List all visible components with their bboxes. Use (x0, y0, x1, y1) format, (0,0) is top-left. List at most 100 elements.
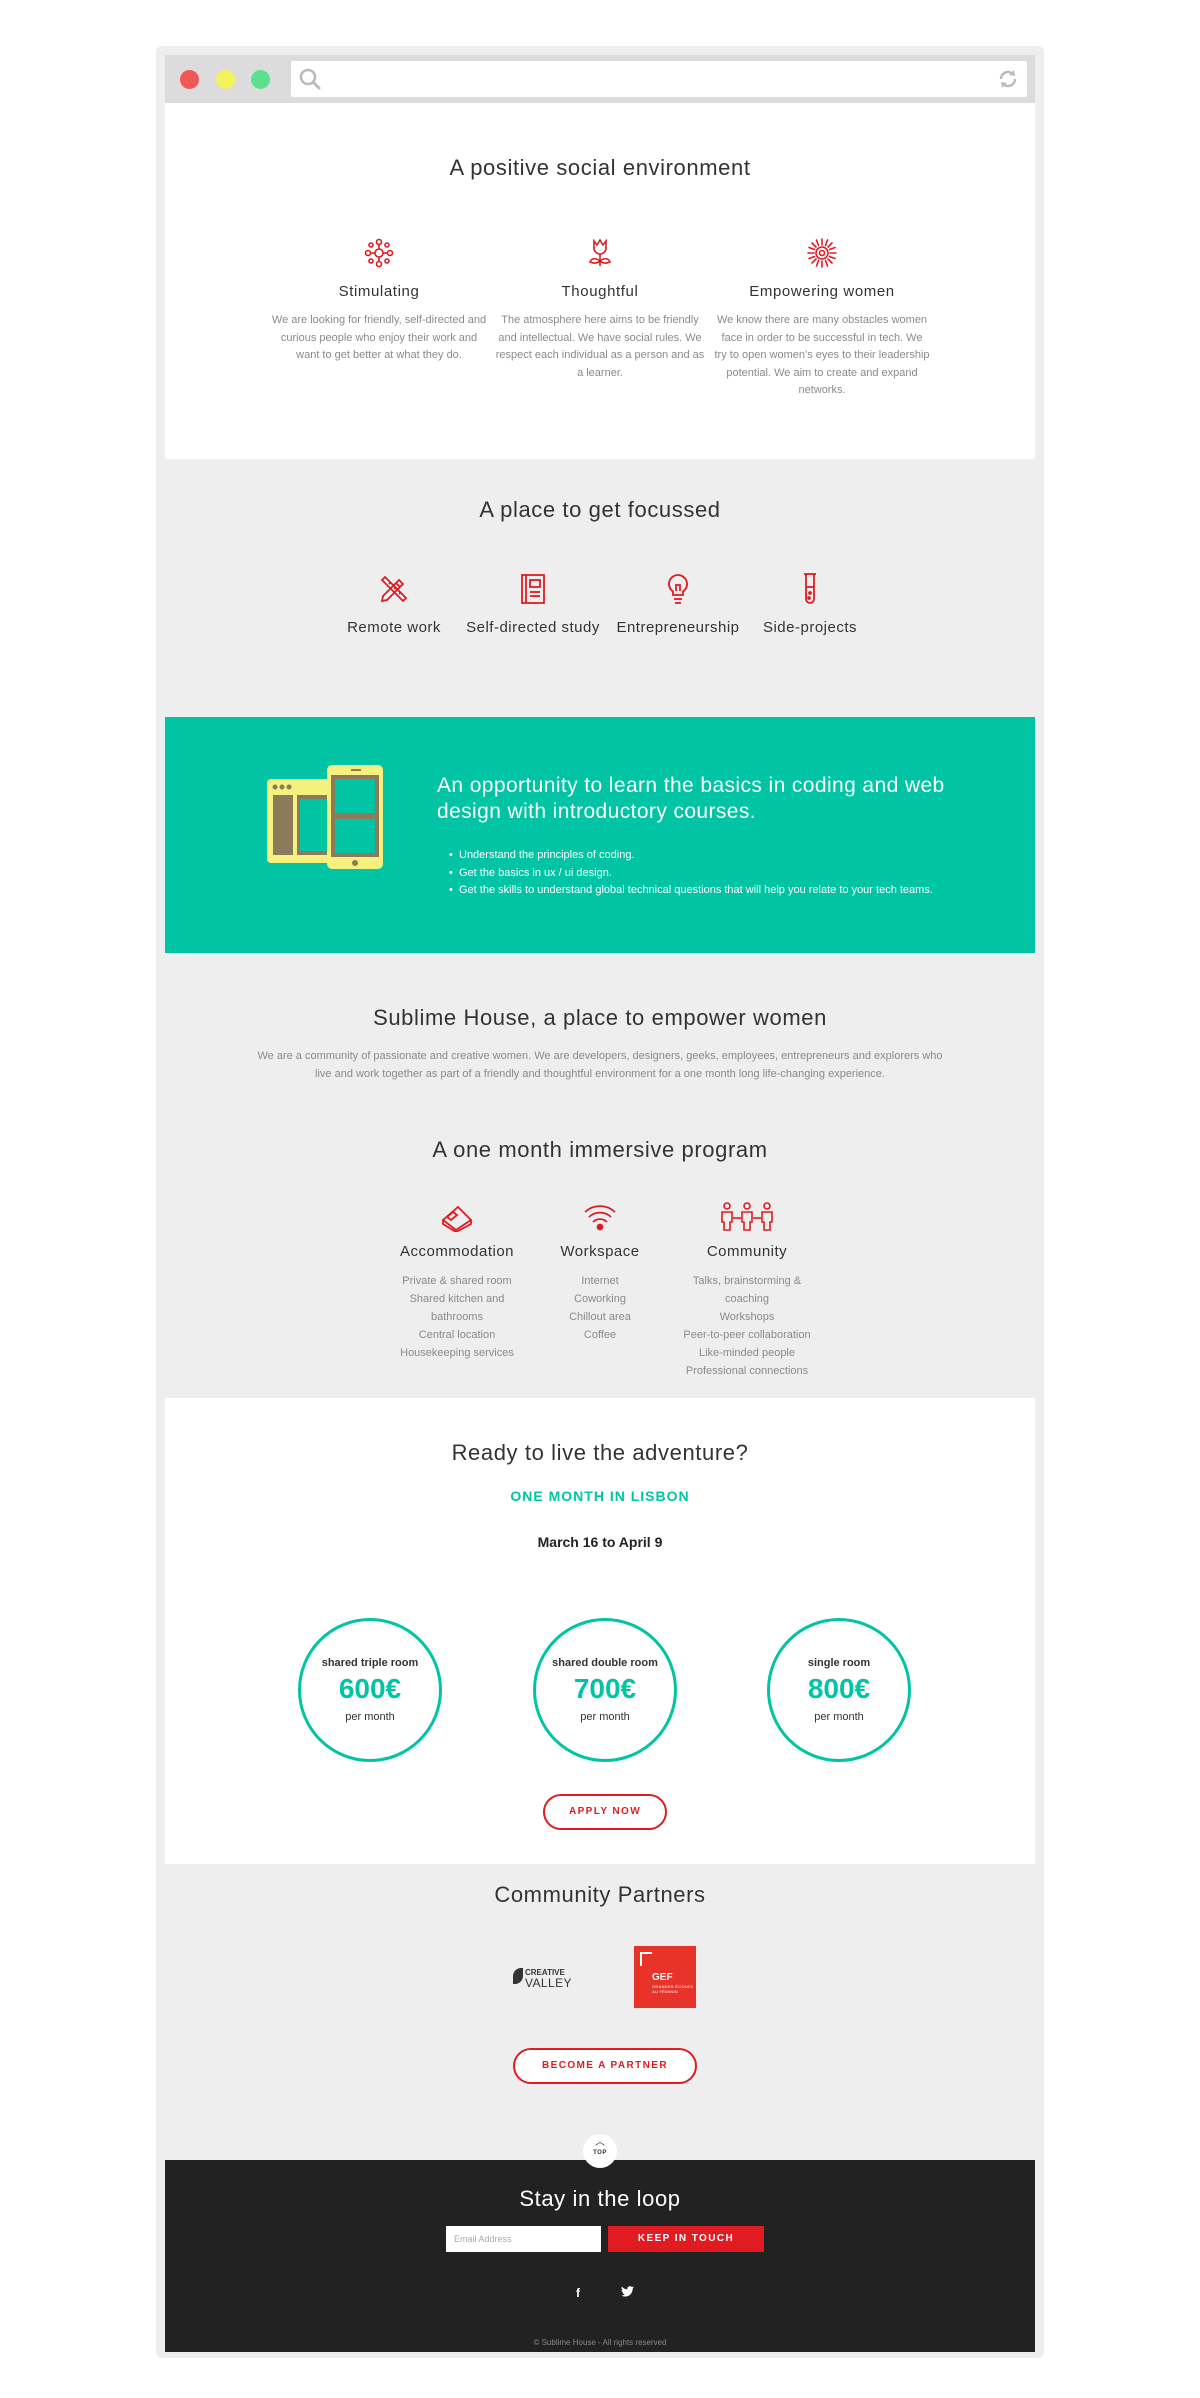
flower-network-icon (271, 233, 487, 273)
program-col-item: Central location (418, 1329, 496, 1341)
room-type: single room (807, 1657, 871, 1669)
leaf-icon (513, 1968, 523, 1984)
chevron-up-icon: ︿ (595, 2137, 605, 2148)
coding-banner: An opportunity to learn the basics in co… (165, 717, 1035, 953)
focus-item-remote-work: Remote work (324, 569, 464, 637)
feature-stimulating: Stimulating We are looking for friendly,… (271, 233, 487, 365)
rose-icon (492, 233, 708, 273)
program-title: A one month immersive program (432, 1137, 768, 1162)
room-price: 700€ (573, 1673, 637, 1704)
program-col-item: Talks, brainstorming & coaching (692, 1275, 802, 1305)
people-icon (677, 1199, 817, 1235)
bed-icon (387, 1199, 527, 1235)
creative-valley-logo[interactable]: CREATIVE VALLEY (513, 1962, 583, 1992)
coding-bullet: Understand the principles of coding. (449, 847, 933, 865)
feature-text: The atmosphere here aims to be friendly … (495, 314, 705, 379)
lightbulb-icon (608, 569, 748, 609)
program-col-item: Like-minded people (698, 1347, 795, 1359)
feature-title: Thoughtful (561, 283, 639, 300)
gef-logo[interactable]: GEF GRANDES ÉCOLES AU FÉMININ (634, 1946, 696, 2008)
maximize-window-button[interactable] (251, 70, 270, 89)
twitter-icon[interactable] (621, 2286, 634, 2300)
program-col-item: Housekeeping services (400, 1347, 514, 1359)
sublime-description: We are a community of passionate and cre… (257, 1050, 943, 1080)
pricing-title: Ready to live the adventure? (451, 1440, 749, 1465)
program-col-item: Peer-to-peer collaboration (683, 1329, 811, 1341)
price-period: per month (814, 1711, 864, 1723)
close-window-button[interactable] (180, 70, 199, 89)
social-section: A positive social environment Stimulatin… (165, 103, 1035, 459)
price-circle-triple: shared triple room 600€ per month (298, 1618, 442, 1762)
feature-text: We are looking for friendly, self-direct… (271, 314, 487, 361)
price-circle-single: single room 800€ per month (767, 1618, 911, 1762)
program-col-item: Coffee (583, 1329, 617, 1341)
devices-illustration (267, 765, 383, 878)
program-col-title: Community (706, 1243, 788, 1260)
focus-title: A place to get focussed (479, 497, 721, 522)
focus-label: Remote work (347, 619, 441, 636)
partners-title: Community Partners (494, 1882, 706, 1907)
program-col-title: Accommodation (399, 1243, 515, 1260)
location-label: ONE MONTH IN LISBON (510, 1488, 690, 1504)
search-icon (298, 67, 322, 96)
program-col-item: Internet (581, 1275, 619, 1287)
feature-thoughtful: Thoughtful The atmosphere here aims to b… (492, 233, 708, 382)
price-circle-double: shared double room 700€ per month (533, 1618, 677, 1762)
reload-icon[interactable] (996, 67, 1020, 96)
focus-item-self-directed-study: Self-directed study (463, 569, 603, 637)
back-to-top-button[interactable]: ︿ TOP (583, 2134, 617, 2168)
sunburst-icon (714, 233, 930, 273)
sublime-title: Sublime House, a place to empower women (373, 1005, 827, 1030)
focus-label: Side-projects (762, 619, 858, 636)
sublime-section: Sublime House, a place to empower women … (165, 953, 1035, 1398)
page-content: A positive social environment Stimulatin… (165, 103, 1035, 2352)
focus-item-entrepreneurship: Entrepreneurship (608, 569, 748, 637)
program-community: Community Talks, brainstorming & coachin… (677, 1199, 817, 1380)
room-type: shared double room (552, 1657, 658, 1669)
focus-label: Self-directed study (466, 619, 600, 636)
browser-toolbar (165, 55, 1035, 103)
minimize-window-button[interactable] (216, 70, 235, 89)
coding-bullet: Get the basics in ux / ui design. (449, 865, 933, 883)
pricing-section: Ready to live the adventure? ONE MONTH I… (165, 1398, 1035, 1864)
notebook-icon (463, 569, 603, 609)
coding-bullet: Get the skills to understand global tech… (449, 882, 933, 900)
program-col-title: Workspace (560, 1243, 640, 1260)
social-title: A positive social environment (449, 155, 751, 180)
program-accommodation: Accommodation Private & shared room Shar… (387, 1199, 527, 1362)
copyright-text: © Sublime House - All rights reserved (533, 2338, 667, 2347)
room-price: 800€ (807, 1673, 871, 1704)
room-type: shared triple room (321, 1657, 419, 1669)
program-workspace: Workspace Internet Coworking Chillout ar… (530, 1199, 670, 1344)
feature-text: We know there are many obstacles women f… (714, 314, 930, 396)
apply-now-button[interactable]: APPLY NOW (543, 1794, 667, 1830)
become-partner-button[interactable]: BECOME A PARTNER (513, 2048, 697, 2084)
feature-title: Stimulating (338, 283, 420, 300)
facebook-icon[interactable]: f (576, 2286, 580, 2300)
feature-empowering-women: Empowering women We know there are many … (714, 233, 930, 400)
program-col-item: Coworking (574, 1293, 626, 1305)
address-bar[interactable] (291, 61, 1027, 97)
price-period: per month (580, 1711, 630, 1723)
focus-label: Entrepreneurship (616, 619, 740, 636)
dates-label: March 16 to April 9 (537, 1534, 663, 1550)
program-col-item: Shared kitchen and bathrooms (409, 1293, 505, 1323)
email-field[interactable] (446, 2226, 601, 2252)
coding-bullet-list: Understand the principles of coding. Get… (449, 847, 933, 900)
focus-item-side-projects: Side-projects (740, 569, 880, 637)
wifi-icon (530, 1199, 670, 1235)
pencil-ruler-icon (324, 569, 464, 609)
coding-title: An opportunity to learn the basics in co… (437, 774, 945, 823)
footer: ︿ TOP Stay in the loop KEEP IN TOUCH f ©… (165, 2134, 1035, 2352)
partners-section: Community Partners CREATIVE VALLEY GEF G… (165, 1864, 1035, 2160)
newsletter-title: Stay in the loop (519, 2186, 681, 2211)
program-col-item: Professional connections (685, 1365, 809, 1377)
room-price: 600€ (338, 1673, 402, 1704)
program-col-item: Workshops (719, 1311, 775, 1323)
keep-in-touch-button[interactable]: KEEP IN TOUCH (608, 2226, 764, 2252)
price-period: per month (345, 1711, 395, 1723)
program-col-item: Chillout area (569, 1311, 631, 1323)
program-col-item: Private & shared room (402, 1275, 512, 1287)
test-tube-icon (740, 569, 880, 609)
focus-section: A place to get focussed Remote work Self… (165, 459, 1035, 717)
